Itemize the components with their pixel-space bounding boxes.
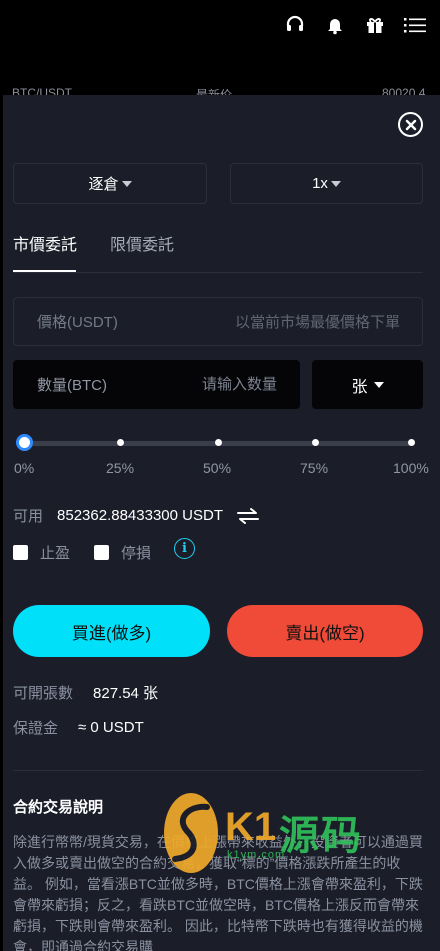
slider-tick: 50%	[203, 460, 232, 476]
info-icon[interactable]: i	[174, 538, 195, 559]
chevron-down-icon	[121, 180, 132, 187]
slider-step-25[interactable]	[117, 439, 124, 446]
explain-title: 合約交易說明	[13, 799, 104, 816]
margin-value: ≈ 0 USDT	[78, 719, 144, 736]
bell-icon[interactable]	[324, 14, 346, 36]
margin-mode-label: 逐倉	[88, 176, 119, 193]
unit-select[interactable]: 张	[312, 360, 423, 409]
leverage-label: 1x	[312, 175, 328, 192]
slider-step-100[interactable]	[408, 439, 415, 446]
checkbox-box	[13, 545, 28, 560]
available-balance: 可用 852362.88433300 USDT	[13, 505, 260, 526]
tab-market-order[interactable]: 市價委託	[13, 231, 77, 255]
take-profit-label: 止盈	[40, 545, 71, 562]
slider-tick: 0%	[14, 460, 35, 476]
buy-long-button[interactable]: 買進(做多)	[13, 605, 210, 657]
leverage-select[interactable]: 1x	[230, 163, 423, 204]
quantity-field-label: 數量(BTC)	[37, 377, 107, 394]
transfer-icon[interactable]	[236, 507, 260, 525]
tab-active-indicator	[13, 270, 76, 272]
chevron-down-icon	[373, 381, 384, 388]
quantity-input[interactable]	[167, 376, 277, 393]
top-bar: BTC/USDT 最新价 80020.4	[0, 0, 440, 96]
slider-step-50[interactable]	[215, 439, 222, 446]
openable-label: 可開張數	[13, 685, 74, 702]
menu-icon[interactable]	[404, 14, 426, 36]
watermark-logo: K1 源码 k1ym.com	[161, 787, 401, 879]
slider-step-75[interactable]	[312, 439, 319, 446]
watermark-url: k1ym.com	[227, 849, 286, 861]
watermark-emblem-icon	[164, 793, 218, 873]
watermark-brand: K1	[225, 805, 277, 849]
margin-required: 保證金 ≈ 0 USDT	[13, 717, 144, 738]
close-button[interactable]	[398, 112, 423, 137]
headset-icon[interactable]	[284, 14, 306, 36]
quantity-field[interactable]: 數量(BTC)	[13, 360, 300, 409]
top-icons	[284, 14, 426, 36]
close-icon	[405, 119, 416, 130]
stop-loss-label: 停損	[121, 545, 152, 562]
checkbox-box	[94, 545, 109, 560]
price-field-label: 價格(USDT)	[37, 314, 118, 331]
gift-icon[interactable]	[364, 14, 386, 36]
unit-select-label: 张	[351, 378, 368, 396]
margin-mode-select[interactable]: 逐倉	[13, 163, 207, 204]
price-field-placeholder: 以當前市場最優價格下單	[234, 314, 400, 331]
available-label: 可用	[13, 508, 44, 525]
take-profit-checkbox[interactable]: 止盈	[13, 542, 70, 563]
sell-short-button[interactable]: 賣出(做空)	[227, 605, 423, 657]
tab-limit-order[interactable]: 限價委託	[110, 231, 174, 255]
slider-tick: 25%	[106, 460, 135, 476]
openable-contracts: 可開張數 827.54 张	[13, 682, 158, 703]
chevron-down-icon	[330, 180, 341, 187]
watermark-brand-cn: 源码	[279, 814, 363, 858]
slider-tick: 75%	[300, 460, 329, 476]
amount-slider-thumb[interactable]	[16, 434, 33, 451]
slider-tick: 100%	[393, 460, 429, 476]
price-field[interactable]: 價格(USDT) 以當前市場最優價格下單	[13, 297, 423, 346]
tab-divider	[13, 272, 423, 273]
margin-label: 保證金	[13, 720, 59, 737]
openable-value: 827.54 张	[93, 685, 159, 702]
available-value: 852362.88433300 USDT	[57, 507, 223, 524]
stop-loss-checkbox[interactable]: 停損	[94, 542, 151, 563]
section-divider	[13, 770, 423, 771]
order-sheet: 逐倉 1x 市價委託 限價委託 價格(USDT) 以當前市場最優價格下單 數量(…	[3, 95, 440, 951]
